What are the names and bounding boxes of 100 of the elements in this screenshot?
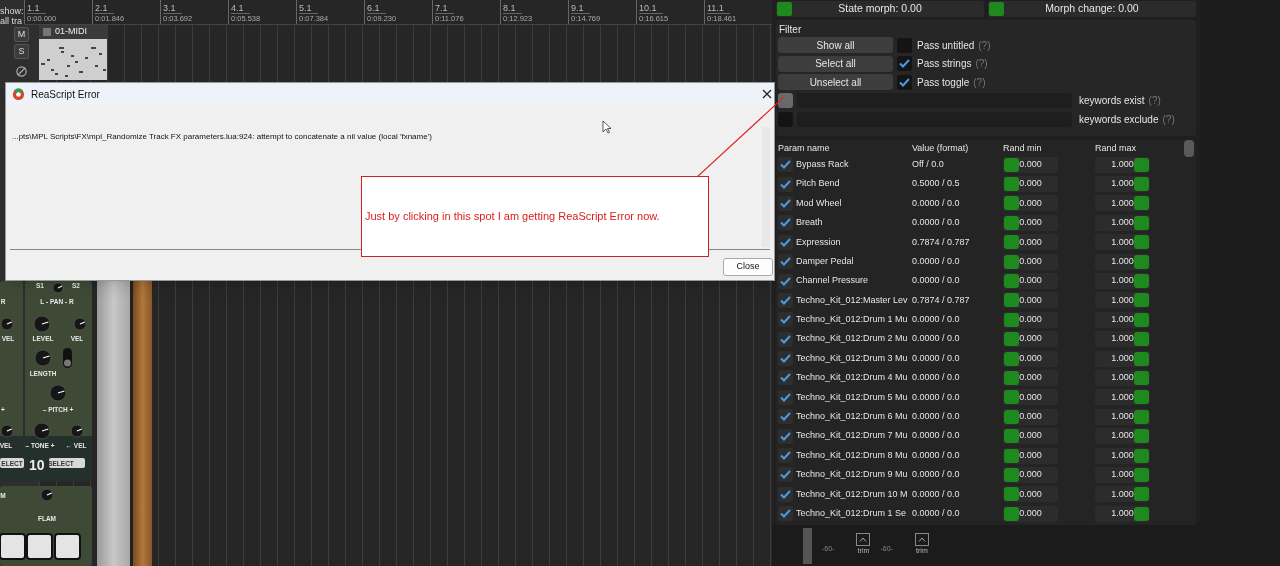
checkbox[interactable]	[778, 254, 793, 270]
slider[interactable]: 1.000	[1095, 505, 1150, 522]
slider-thumb[interactable]	[1004, 506, 1019, 521]
slider-thumb[interactable]	[1134, 215, 1149, 230]
filter-button[interactable]: Select all	[778, 55, 893, 72]
slider[interactable]: 0.000	[1003, 156, 1058, 173]
slider-thumb[interactable]	[1134, 371, 1149, 385]
slider-thumb[interactable]	[1004, 274, 1019, 289]
midi-item-header[interactable]: 01-MIDI	[39, 25, 107, 39]
slider-thumb[interactable]	[1004, 157, 1019, 172]
toggle-square[interactable]	[989, 2, 1004, 16]
morph-slider[interactable]: Morph change: 0.00	[988, 1, 1196, 17]
slider-thumb[interactable]	[1004, 177, 1019, 192]
slider[interactable]: 1.000	[1095, 311, 1150, 328]
help-hint[interactable]: (?)	[975, 56, 988, 72]
slider-thumb[interactable]	[1004, 487, 1019, 502]
slider[interactable]: 0.000	[1003, 311, 1058, 328]
close-button[interactable]: Close	[723, 258, 773, 276]
slider[interactable]: 0.000	[1003, 273, 1058, 290]
scrollbar-thumb[interactable]	[1184, 140, 1194, 157]
slider-thumb[interactable]	[1134, 254, 1149, 269]
slider-thumb[interactable]	[1134, 351, 1149, 366]
slider[interactable]: 0.000	[1003, 370, 1058, 386]
checkbox[interactable]	[778, 409, 793, 425]
slider-thumb[interactable]	[1134, 293, 1149, 308]
fader-track[interactable]	[803, 528, 812, 564]
slider[interactable]: 0.000	[1003, 331, 1058, 348]
checkbox[interactable]	[897, 74, 912, 90]
checkbox[interactable]	[778, 467, 793, 483]
slider[interactable]: 0.000	[1003, 486, 1058, 503]
slider[interactable]: 1.000	[1095, 447, 1150, 464]
help-hint[interactable]: (?)	[1148, 93, 1161, 109]
slider-thumb[interactable]	[1004, 235, 1019, 250]
close-icon[interactable]	[762, 89, 772, 99]
slider[interactable]: 1.000	[1095, 253, 1150, 270]
slider[interactable]: 0.000	[1003, 466, 1058, 483]
slider-thumb[interactable]	[1134, 429, 1149, 444]
slider-thumb[interactable]	[1134, 157, 1149, 172]
slider[interactable]: 0.000	[1003, 408, 1058, 425]
slider[interactable]: 1.000	[1095, 389, 1150, 406]
slider[interactable]: 1.000	[1095, 428, 1150, 445]
toggle-square[interactable]	[777, 2, 792, 16]
help-hint[interactable]: (?)	[978, 37, 991, 53]
slider[interactable]: 1.000	[1095, 466, 1150, 483]
slider[interactable]: 1.000	[1095, 156, 1150, 173]
slider[interactable]: 0.000	[1003, 234, 1058, 251]
slider-thumb[interactable]	[1004, 429, 1019, 444]
checkbox[interactable]	[778, 215, 793, 231]
checkbox[interactable]	[897, 56, 912, 72]
slider[interactable]: 0.000	[1003, 176, 1058, 193]
slider[interactable]: 0.000	[1003, 447, 1058, 464]
slider[interactable]: 0.000	[1003, 253, 1058, 270]
checkbox[interactable]	[778, 370, 793, 386]
trim-button[interactable]	[856, 533, 871, 546]
slider-thumb[interactable]	[1004, 332, 1019, 347]
slider[interactable]: 1.000	[1095, 176, 1150, 193]
checkbox[interactable]	[778, 506, 793, 522]
slider-thumb[interactable]	[1134, 332, 1149, 347]
morph-slider[interactable]: State morph: 0.00	[776, 1, 984, 17]
slider[interactable]: 0.000	[1003, 428, 1058, 445]
slider[interactable]: 1.000	[1095, 273, 1150, 290]
slider-thumb[interactable]	[1134, 274, 1149, 289]
checkbox[interactable]	[778, 331, 793, 347]
slider-thumb[interactable]	[1134, 409, 1149, 424]
slider-thumb[interactable]	[1004, 409, 1019, 424]
slider[interactable]: 1.000	[1095, 195, 1150, 212]
drum-pad[interactable]	[54, 533, 81, 560]
checkbox[interactable]	[778, 195, 793, 211]
slider-thumb[interactable]	[1004, 215, 1019, 230]
slider-thumb[interactable]	[1134, 177, 1149, 192]
checkbox[interactable]	[778, 428, 793, 444]
track-button[interactable]: M	[14, 27, 29, 42]
slider[interactable]: 1.000	[1095, 214, 1150, 231]
checkbox[interactable]	[778, 292, 793, 308]
slider-thumb[interactable]	[1134, 448, 1149, 463]
checkbox[interactable]	[778, 351, 793, 367]
checkbox[interactable]	[778, 312, 793, 328]
filter-button[interactable]: Unselect all	[778, 74, 893, 91]
slider-thumb[interactable]	[1004, 467, 1019, 482]
slider-thumb[interactable]	[1134, 235, 1149, 250]
slider[interactable]: 0.000	[1003, 389, 1058, 406]
trim-button[interactable]	[914, 533, 929, 546]
checkbox[interactable]	[778, 273, 793, 289]
phase-icon[interactable]	[15, 65, 28, 78]
slider[interactable]: 0.000	[1003, 505, 1058, 522]
slider[interactable]: 1.000	[1095, 408, 1150, 425]
help-hint[interactable]: (?)	[973, 74, 986, 90]
slider[interactable]: 0.000	[1003, 214, 1058, 231]
slider-thumb[interactable]	[1134, 467, 1149, 482]
slider-thumb[interactable]	[1134, 487, 1149, 502]
slider[interactable]: 1.000	[1095, 370, 1150, 386]
drum-pad[interactable]	[0, 533, 26, 560]
filter-button[interactable]: Show all	[778, 37, 893, 54]
checkbox[interactable]	[778, 157, 793, 173]
slider[interactable]: 0.000	[1003, 292, 1058, 309]
slider-thumb[interactable]	[1004, 448, 1019, 463]
slider-thumb[interactable]	[1004, 390, 1019, 405]
slider-thumb[interactable]	[1134, 390, 1149, 405]
slider[interactable]: 1.000	[1095, 292, 1150, 309]
slider[interactable]: 1.000	[1095, 486, 1150, 503]
